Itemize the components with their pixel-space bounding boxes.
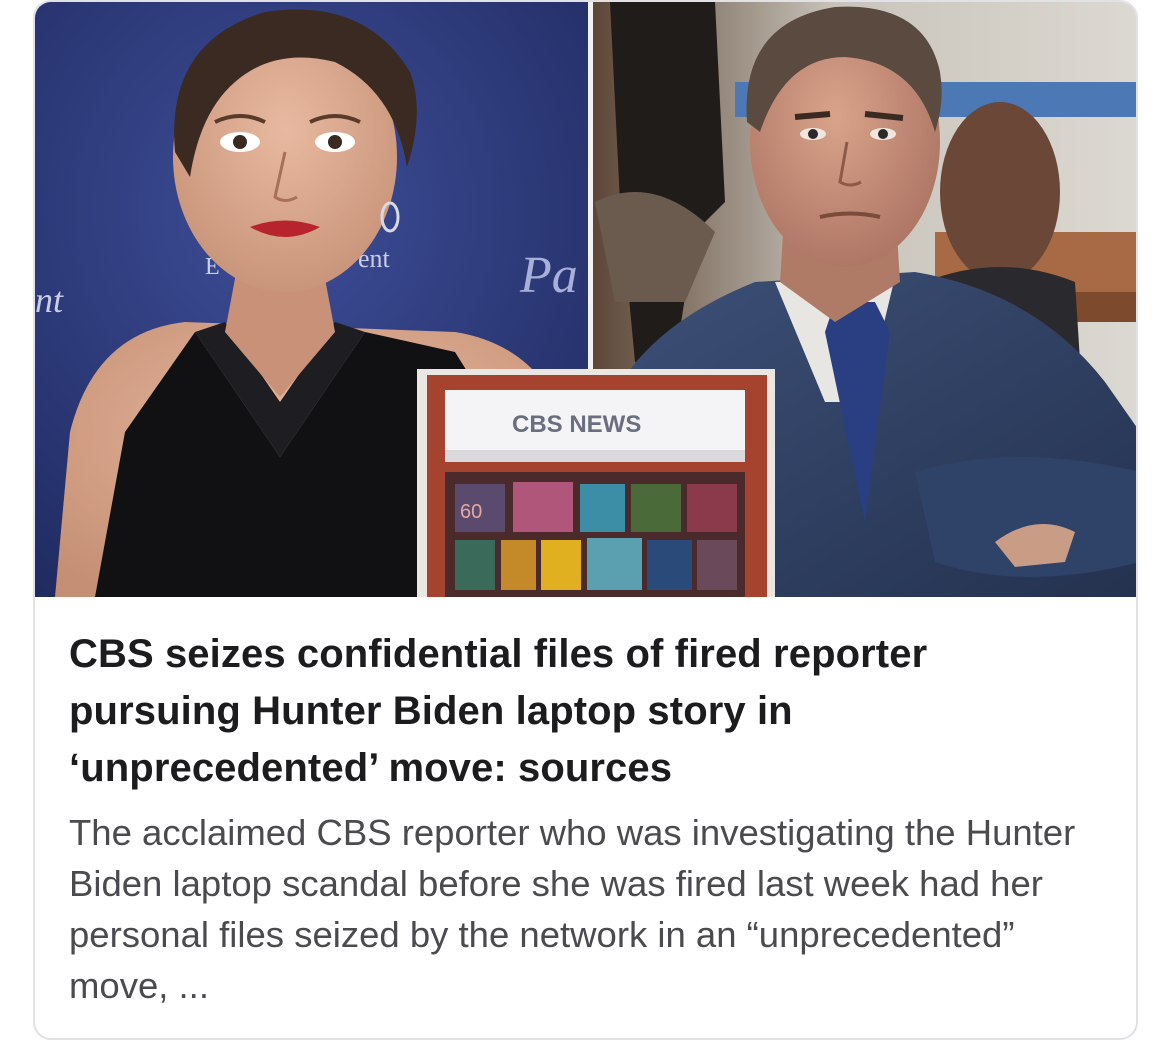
network-sign-text: CBS NEWS — [512, 411, 641, 438]
backdrop-fragment-1: nt — [35, 280, 64, 320]
article-image[interactable]: nt E ent Pa CBS NEWS 60 — [35, 2, 1136, 597]
article-photo-collage: nt E ent Pa CBS NEWS 60 — [35, 2, 1136, 597]
cbs-news-sign-inset: CBS NEWS 60 — [417, 369, 775, 597]
news-card[interactable]: nt E ent Pa CBS NEWS 60 CBS seizes confi… — [33, 0, 1138, 1040]
backdrop-fragment-4: Pa — [519, 247, 578, 304]
article-summary: The acclaimed CBS reporter who was inves… — [69, 812, 1076, 1006]
article-text[interactable]: CBS seizes confidential files of fired r… — [69, 626, 1109, 1011]
screen-badge: 60 — [460, 501, 482, 523]
article-headline[interactable]: CBS seizes confidential files of fired r… — [69, 626, 1109, 797]
